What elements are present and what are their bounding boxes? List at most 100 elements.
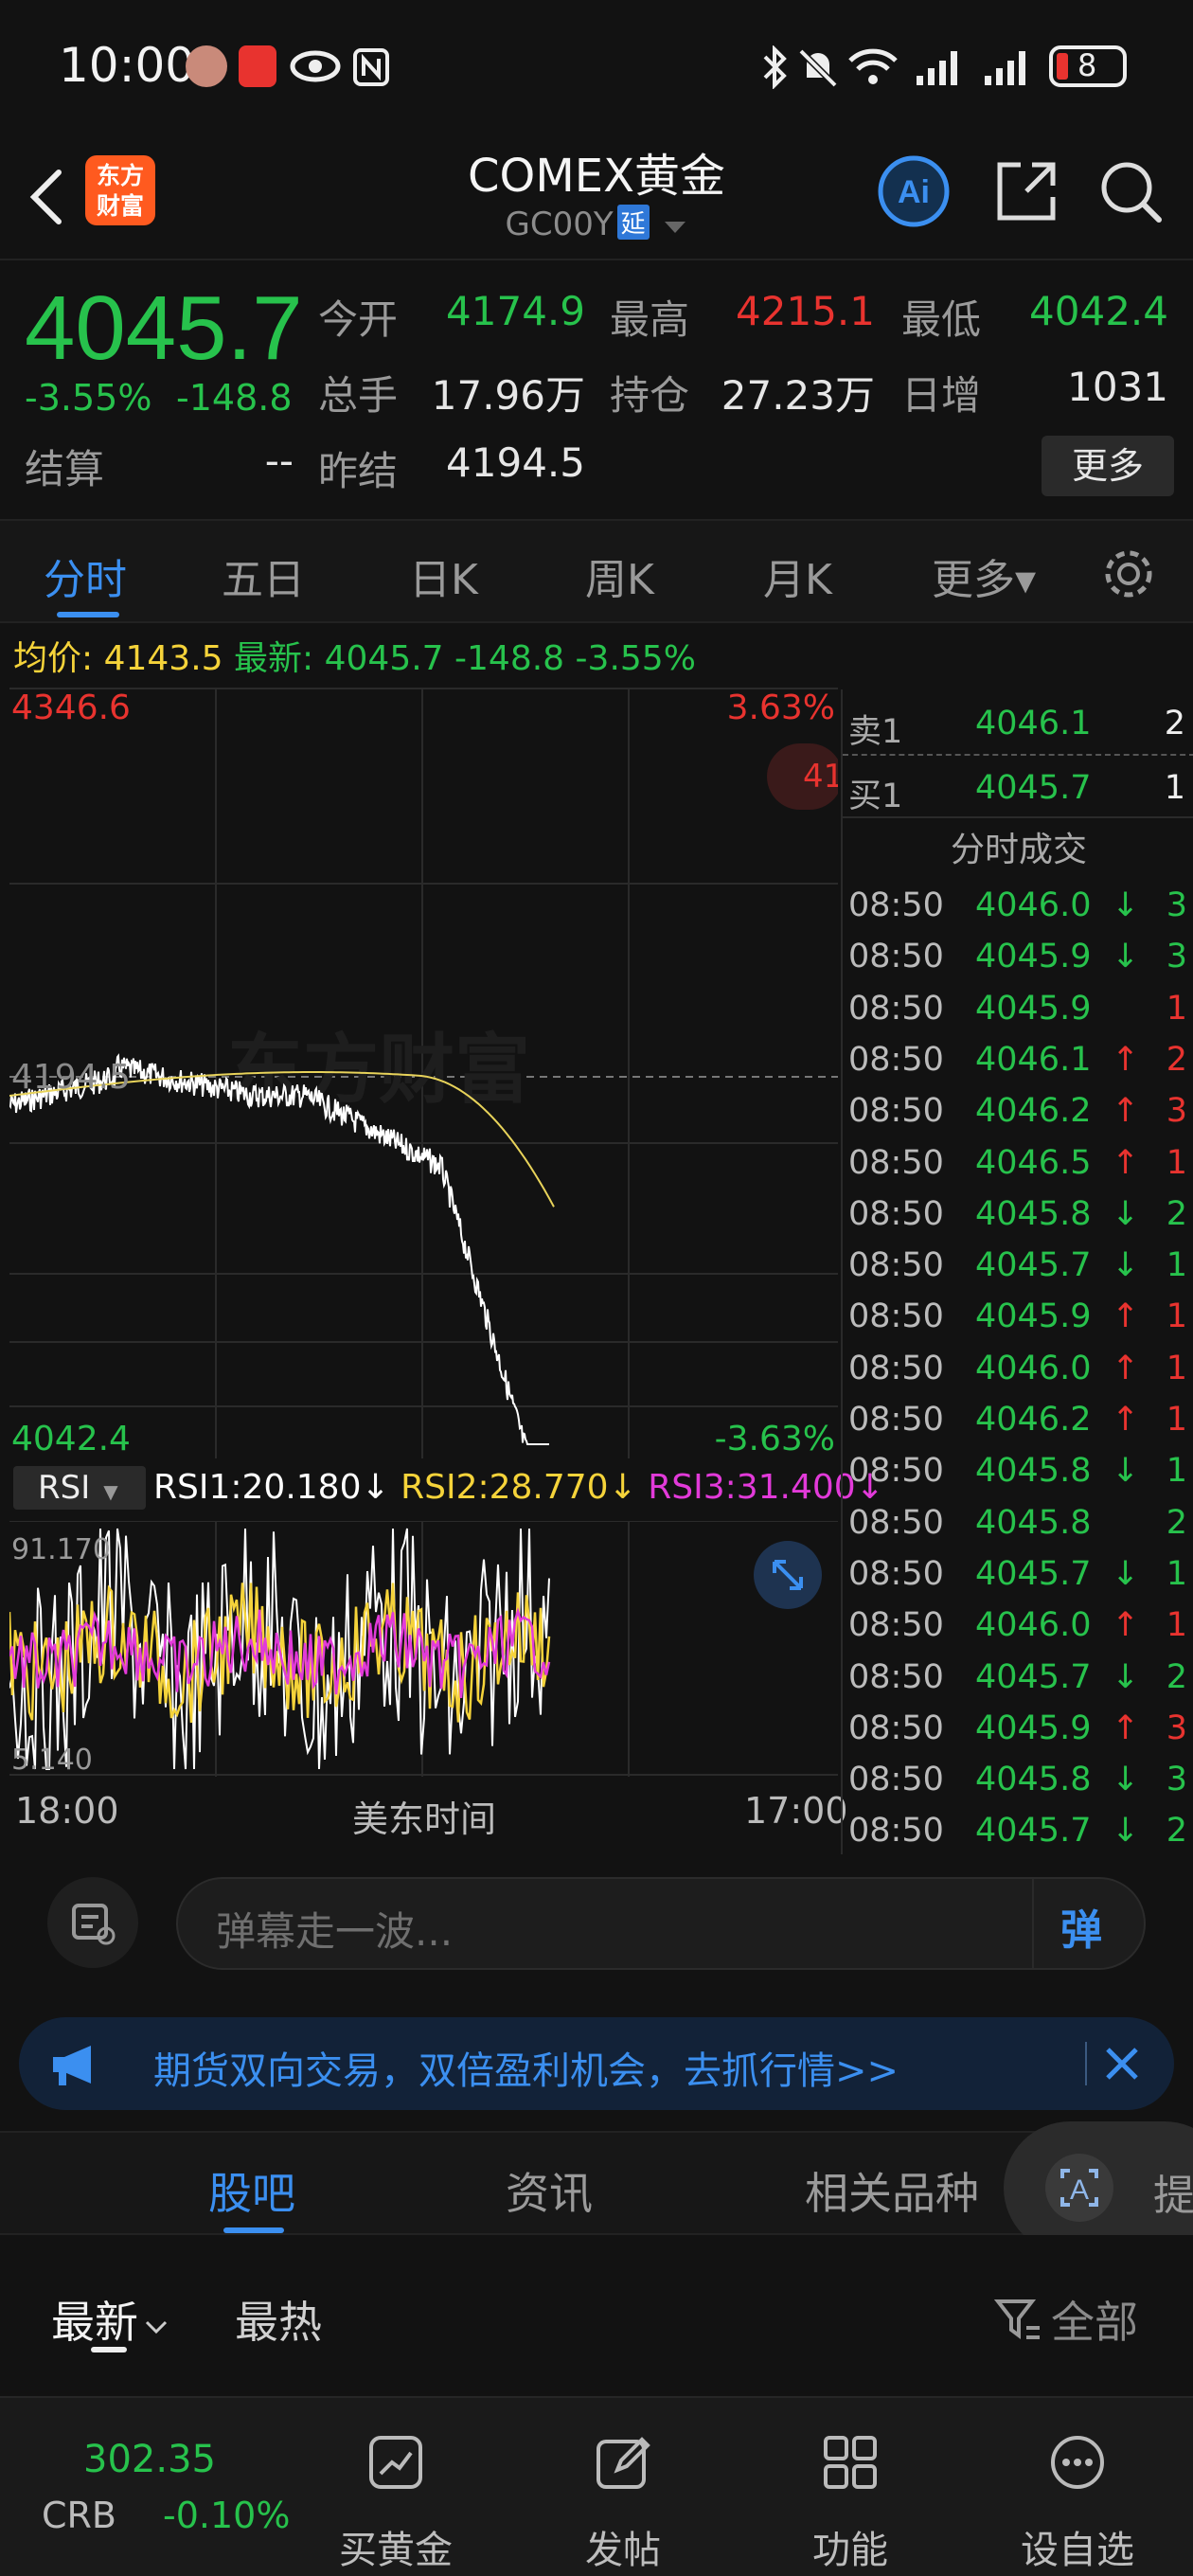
- trade-row: 08:50 4045.7 ↓ 1: [843, 1239, 1193, 1290]
- rsi-selector-label: RSI: [38, 1469, 91, 1507]
- filter-all-label: 全部: [1051, 2297, 1138, 2348]
- status-bar: 10:00 8: [0, 0, 1193, 133]
- bid-row: 买1 4045.7 1: [843, 761, 1193, 818]
- trade-row: 08:50 4045.8 2: [843, 1496, 1193, 1547]
- time-zone-label: 美东时间: [352, 1798, 497, 1840]
- sort-hottest[interactable]: 最热: [235, 2288, 322, 2351]
- y-mid-price: 4194.5: [11, 1058, 131, 1097]
- promo-banner[interactable]: 期货双向交易，双倍盈利机会，去抓行情>>: [19, 2017, 1174, 2110]
- latest-label: 最新:: [234, 639, 314, 678]
- trade-price: 4046.0: [975, 1606, 1092, 1645]
- danmaku-input[interactable]: 弹幕走一波... 弹: [176, 1877, 1146, 1970]
- tab-daily-k[interactable]: 日K: [409, 546, 478, 606]
- trade-row: 08:50 4045.7 ↓ 2: [843, 1651, 1193, 1702]
- last-price: 4045.7: [25, 277, 303, 379]
- trade-price: 4045.9: [975, 989, 1092, 1028]
- trade-row: 08:50 4045.8 ↓ 1: [843, 1444, 1193, 1495]
- crb-ticker[interactable]: 302.35 CRB -0.10%: [34, 2407, 299, 2568]
- danmaku-placeholder: 弹幕走一波...: [216, 1908, 454, 1955]
- status-time: 10:00: [59, 38, 196, 93]
- trade-direction: ↑: [1112, 1708, 1140, 1747]
- ask-row: 卖1 4046.1 2: [843, 697, 1193, 756]
- crb-name: CRB: [42, 2495, 117, 2536]
- delay-badge: 延: [616, 205, 650, 240]
- rsi-selector[interactable]: RSI ▼: [13, 1466, 146, 1510]
- trade-qty: 3: [1166, 1092, 1187, 1131]
- bid-label: 买1: [848, 778, 903, 815]
- trade-row: 08:50 4045.9 1: [843, 982, 1193, 1033]
- sort-newest-label: 最新: [51, 2297, 138, 2348]
- y-bottom-price: 4042.4: [11, 1420, 131, 1458]
- expand-icon[interactable]: [752, 1539, 824, 1611]
- floating-ai-label: 提: [1153, 2172, 1193, 2220]
- open-value: 4174.9: [446, 288, 585, 334]
- trade-direction: ↓: [1112, 1554, 1140, 1593]
- trade-row: 08:50 4045.7 ↓ 2: [843, 1804, 1193, 1855]
- floating-ai-button[interactable]: A 提: [1004, 2121, 1193, 2254]
- danmaku-settings-button[interactable]: [47, 1877, 138, 1968]
- ai-assistant-icon[interactable]: Ai: [876, 153, 952, 229]
- tab-intraday[interactable]: 分时: [44, 546, 127, 606]
- trade-price: 4045.9: [975, 1708, 1092, 1747]
- tab-news[interactable]: 资讯: [506, 2159, 593, 2222]
- rsi-header: RSI ▼ RSI1:20.180↓ RSI2:28.770↓ RSI3:31.4…: [9, 1458, 884, 1521]
- trade-qty: 1: [1166, 1297, 1187, 1336]
- danmaku-send-button[interactable]: 弹: [1032, 1879, 1144, 1968]
- trade-time: 08:50: [848, 1761, 944, 1799]
- share-icon[interactable]: [992, 157, 1060, 225]
- gear-icon[interactable]: [1100, 546, 1157, 602]
- open-label: 今开: [318, 296, 399, 343]
- settle-value: --: [264, 438, 294, 484]
- trade-time: 08:50: [848, 1812, 944, 1851]
- rsi-top-label: 91.170: [11, 1533, 111, 1566]
- avatar-notification-icon: [186, 45, 227, 87]
- watermark: 东方财富: [227, 1026, 530, 1114]
- search-icon[interactable]: [1096, 157, 1165, 225]
- trade-direction: ↑: [1112, 1040, 1140, 1079]
- trade-direction: ↓: [1112, 1246, 1140, 1285]
- intraday-chart[interactable]: 东方财富 41 4346.6 3.63% 4194.5 4042.4 -3.63…: [9, 687, 884, 1840]
- trade-row: 08:50 4046.5 ↑ 1: [843, 1136, 1193, 1188]
- tab-forum[interactable]: 股吧: [208, 2159, 295, 2222]
- tab-more-periods[interactable]: 更多▾: [932, 546, 1036, 606]
- trade-direction: ↑: [1112, 1349, 1140, 1387]
- trade-qty: 2: [1166, 1194, 1187, 1233]
- nav-add-watchlist[interactable]: 设自选: [992, 2417, 1163, 2572]
- more-quote-button[interactable]: 更多: [1042, 436, 1174, 496]
- price-change: -148.8: [176, 377, 293, 419]
- nav-buy-gold[interactable]: 买黄金: [311, 2417, 481, 2572]
- tab-five-day[interactable]: 五日: [222, 546, 305, 606]
- y-top-pct: 3.63%: [727, 689, 835, 727]
- prev-settle-value: 4194.5: [446, 439, 585, 486]
- filter-all[interactable]: 全部: [993, 2288, 1138, 2351]
- tab-weekly-k[interactable]: 周K: [585, 546, 654, 606]
- trade-direction: ↓: [1112, 886, 1140, 924]
- grid-icon: [824, 2436, 877, 2489]
- ask-price: 4046.1: [975, 705, 1092, 742]
- nav-functions[interactable]: 功能: [765, 2417, 935, 2572]
- trade-direction: ↑: [1112, 1297, 1140, 1336]
- trade-price: 4045.8: [975, 1452, 1092, 1491]
- trade-row: 08:50 4045.8 ↓ 2: [843, 1188, 1193, 1239]
- rsi1-value: RSI1:20.180↓: [153, 1468, 390, 1507]
- trade-row: 08:50 4046.0 ↑ 1: [843, 1342, 1193, 1393]
- sort-bar: 最新 最热 全部: [0, 2235, 1193, 2396]
- trade-direction: ↓: [1112, 1812, 1140, 1851]
- trade-direction: ↑: [1112, 1606, 1140, 1645]
- close-icon[interactable]: [1100, 2042, 1144, 2085]
- tab-related[interactable]: 相关品种: [805, 2159, 979, 2222]
- quote-panel: 4045.7 -3.55% -148.8 结算 -- 今开 4174.9 最高 …: [0, 263, 1193, 519]
- trade-time: 08:50: [848, 1194, 944, 1233]
- svg-text:A: A: [1070, 2174, 1089, 2206]
- trade-qty: 1: [1166, 1349, 1187, 1387]
- period-tabs: 分时 五日 日K 周K 月K 更多▾: [0, 519, 1193, 623]
- trade-time: 08:50: [848, 1349, 944, 1387]
- rsi-chart: 91.170 5.140: [9, 1521, 838, 1777]
- eye-icon: [290, 50, 341, 82]
- trades-title: 分时成交: [950, 831, 1087, 869]
- tab-monthly-k[interactable]: 月K: [763, 546, 832, 606]
- chevron-down-icon: [665, 222, 686, 233]
- nav-post[interactable]: 发帖: [538, 2417, 708, 2572]
- nav-buy-gold-label: 买黄金: [339, 2529, 453, 2572]
- sort-newest[interactable]: 最新: [51, 2288, 169, 2351]
